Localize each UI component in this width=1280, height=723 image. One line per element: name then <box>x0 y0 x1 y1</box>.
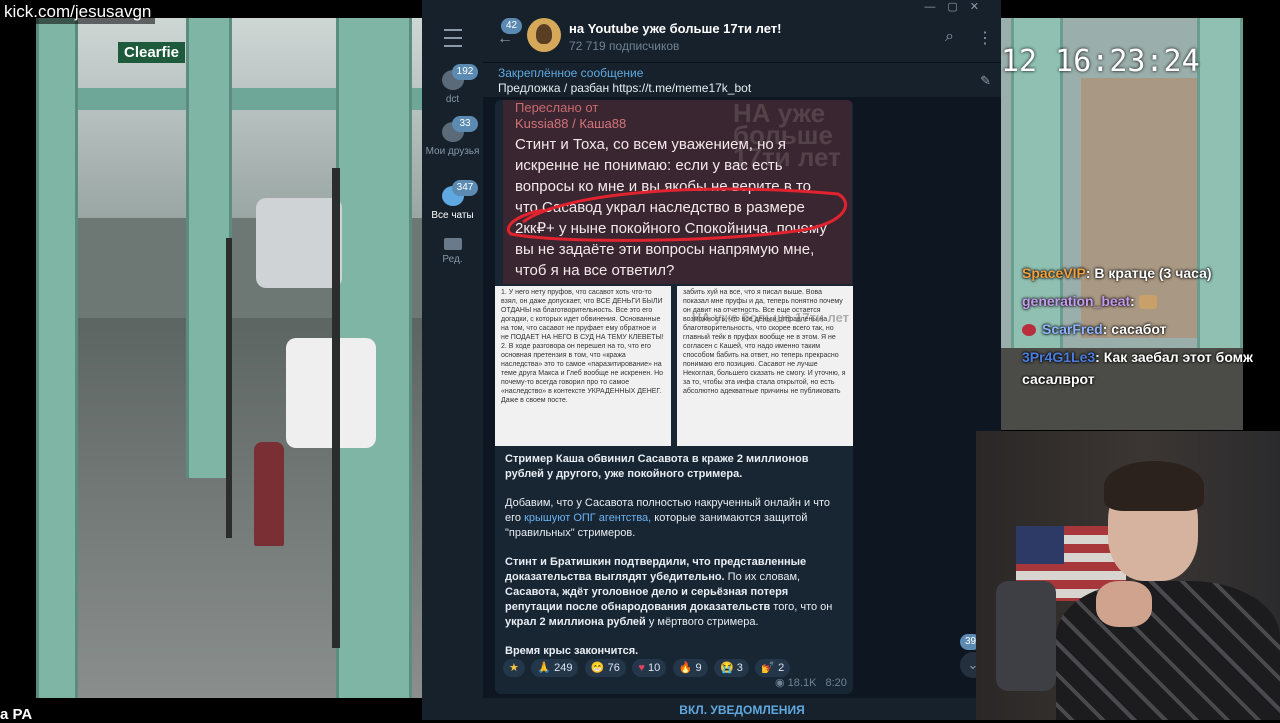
view-count: 18.1K <box>787 677 817 689</box>
post-paragraph-1: Стример Каша обвинил Сасавота в краже 2 … <box>505 453 809 480</box>
grin-icon: 😁 <box>590 662 605 674</box>
chat-text: : В кратце (3 часа) <box>1085 265 1212 281</box>
screenshot-right[interactable]: НА уже больше 17ти лет забить хуй на все… <box>677 286 853 446</box>
post-p3-d: того, что он <box>770 601 833 613</box>
pin-list-icon[interactable]: ✎ <box>980 73 991 89</box>
post-p3-e: украл 2 миллиона рублей <box>505 616 646 628</box>
post-paragraph-4: Время крыс закончится. <box>505 645 639 657</box>
back-unread-badge: 42 <box>501 18 523 34</box>
folder-label: dct <box>445 94 460 105</box>
heart-icon: ♥ <box>638 662 645 674</box>
hamburger-menu-icon[interactable] <box>444 29 462 47</box>
unread-badge: 33 <box>452 116 478 132</box>
reaction-grin[interactable]: 😁 76 <box>584 659 626 677</box>
chat-username: generation_beat <box>1022 293 1131 309</box>
forwarded-message: НА уже больше 17ти лет Переслано от Kuss… <box>503 100 852 284</box>
screenshot-left-text: 1. У него нету пруфов, что сасавот хоть … <box>501 289 664 404</box>
chat-message: 3Pr4G1Le3: Как заебал этот бомж сасалвро… <box>1022 346 1262 390</box>
chat-message: generation_beat: <box>1022 290 1262 312</box>
reaction-heart[interactable]: ♥ 10 <box>632 659 667 677</box>
folder-all-chats[interactable]: 347 Все чаты <box>422 180 483 221</box>
reaction-pray[interactable]: 🙏 249 <box>531 659 579 677</box>
red-circle-annotation <box>506 187 848 242</box>
folder-friends[interactable]: 33 Мои друзья <box>422 116 483 157</box>
pinned-text: Предложка / разбан https://t.me/meme17k_… <box>498 81 752 95</box>
subscriber-count: 72 719 подписчиков <box>569 39 680 53</box>
forwarded-label: Переслано от <box>515 100 599 115</box>
sliders-icon <box>443 238 462 250</box>
star-icon: ★ <box>509 662 519 674</box>
street-sign: Clearfie <box>118 42 186 63</box>
pinned-title: Закреплённое сообщение <box>498 66 644 80</box>
streamer-webcam <box>976 431 1280 720</box>
enable-notifications-button[interactable]: ВКЛ. УВЕДОМЛЕНИЯ <box>483 703 1001 717</box>
reaction-count: 249 <box>554 662 573 674</box>
notification-bar: ВКЛ. УВЕДОМЛЕНИЯ <box>483 698 1001 720</box>
chat-username: SpaceVIP <box>1022 265 1086 281</box>
reaction-bar: ★ 🙏 249 😁 76 ♥ 10 🔥 9 😭 3 💅 2 <box>503 658 792 678</box>
folder-sidebar: 192 dct 33 Мои друзья 347 Все чаты Ред. <box>422 0 483 720</box>
folder-label: Ред. <box>442 254 463 265</box>
chat-header: —▢✕ ← 42 на Youtube уже больше 17ти лет!… <box>483 0 1001 62</box>
crying-face-icon: 😭 <box>720 662 734 674</box>
street-camera-feed <box>36 18 422 698</box>
post-p3-c: Сасавота, ждёт уголовное дело и серьёзна… <box>505 586 789 613</box>
folder-label: Мои друзья <box>425 146 480 157</box>
folder-edit[interactable]: Ред. <box>422 238 483 265</box>
microphone <box>996 581 1056 691</box>
chat-text: : сасабот <box>1102 321 1167 337</box>
reaction-nails[interactable]: 💅 2 <box>755 659 791 677</box>
chat-message: ScarFred: сасабот <box>1022 318 1262 340</box>
channel-title[interactable]: на Youtube уже больше 17ти лет! <box>569 21 781 36</box>
subscriber-badge-icon <box>1022 324 1036 337</box>
chat-text: : <box>1130 293 1135 309</box>
folder-dct[interactable]: 192 dct <box>422 64 483 105</box>
reaction-fire[interactable]: 🔥 9 <box>672 659 708 677</box>
post-p3-f: у мёртвого стримера. <box>645 616 759 628</box>
pray-icon: 🙏 <box>537 662 552 674</box>
post-link[interactable]: крышуют ОПГ агентства, <box>524 512 651 524</box>
unread-badge: 347 <box>452 180 478 196</box>
pinned-message-bar[interactable]: Закреплённое сообщение Предложка / разба… <box>483 62 1001 97</box>
reaction-count: 2 <box>778 662 785 674</box>
reaction-cry[interactable]: 😭 3 <box>714 659 749 677</box>
eye-icon: ◉ <box>775 677 785 689</box>
stream-clock: 12 16:23:24 <box>1001 44 1200 79</box>
screenshot-album[interactable]: 1. У него нету пруфов, что сасавот хоть … <box>495 286 853 446</box>
chat-username: ScarFred <box>1042 321 1103 337</box>
reaction-count: 76 <box>607 662 620 674</box>
more-menu-icon[interactable]: ⋮ <box>977 28 993 48</box>
unread-badge: 192 <box>452 64 478 80</box>
watermark-logo: НА уже больше 17ти лет <box>691 310 849 325</box>
bottom-left-label: a PA <box>0 706 33 723</box>
screenshot-right-text: забить хуй на все, что я писал выше. Вов… <box>683 289 846 395</box>
folder-label: Все чаты <box>431 210 474 221</box>
chat-emote-icon <box>1138 295 1157 310</box>
reaction-count: 9 <box>695 662 702 674</box>
post-text: Стример Каша обвинил Сасавота в краже 2 … <box>505 452 847 673</box>
screenshot-left[interactable]: 1. У него нету пруфов, что сасавот хоть … <box>495 286 671 446</box>
search-icon[interactable]: ⌕ <box>945 28 954 46</box>
channel-post: НА уже больше 17ти лет Переслано от Kuss… <box>495 100 853 694</box>
stream-url: kick.com/jesusavgn <box>0 0 156 24</box>
channel-avatar[interactable] <box>527 18 561 52</box>
reaction-count: 10 <box>647 662 661 674</box>
telegram-window: 192 dct 33 Мои друзья 347 Все чаты Ред. … <box>422 0 1001 720</box>
reaction-count: 3 <box>736 662 743 674</box>
chat-username: 3Pr4G1Le3 <box>1022 349 1096 365</box>
fire-icon: 🔥 <box>678 662 693 674</box>
reaction-star[interactable]: ★ <box>503 659 525 677</box>
nail-polish-icon: 💅 <box>761 662 776 674</box>
forwarded-user[interactable]: Kussia88 / Каша88 <box>515 116 626 131</box>
post-meta: ◉ 18.1K 8:20 <box>775 676 847 689</box>
window-controls[interactable]: —▢✕ <box>924 0 991 13</box>
chat-message: SpaceVIP: В кратце (3 часа) <box>1022 262 1262 284</box>
post-time: 8:20 <box>825 677 847 689</box>
post-p3-b: По их словам, <box>724 571 801 583</box>
